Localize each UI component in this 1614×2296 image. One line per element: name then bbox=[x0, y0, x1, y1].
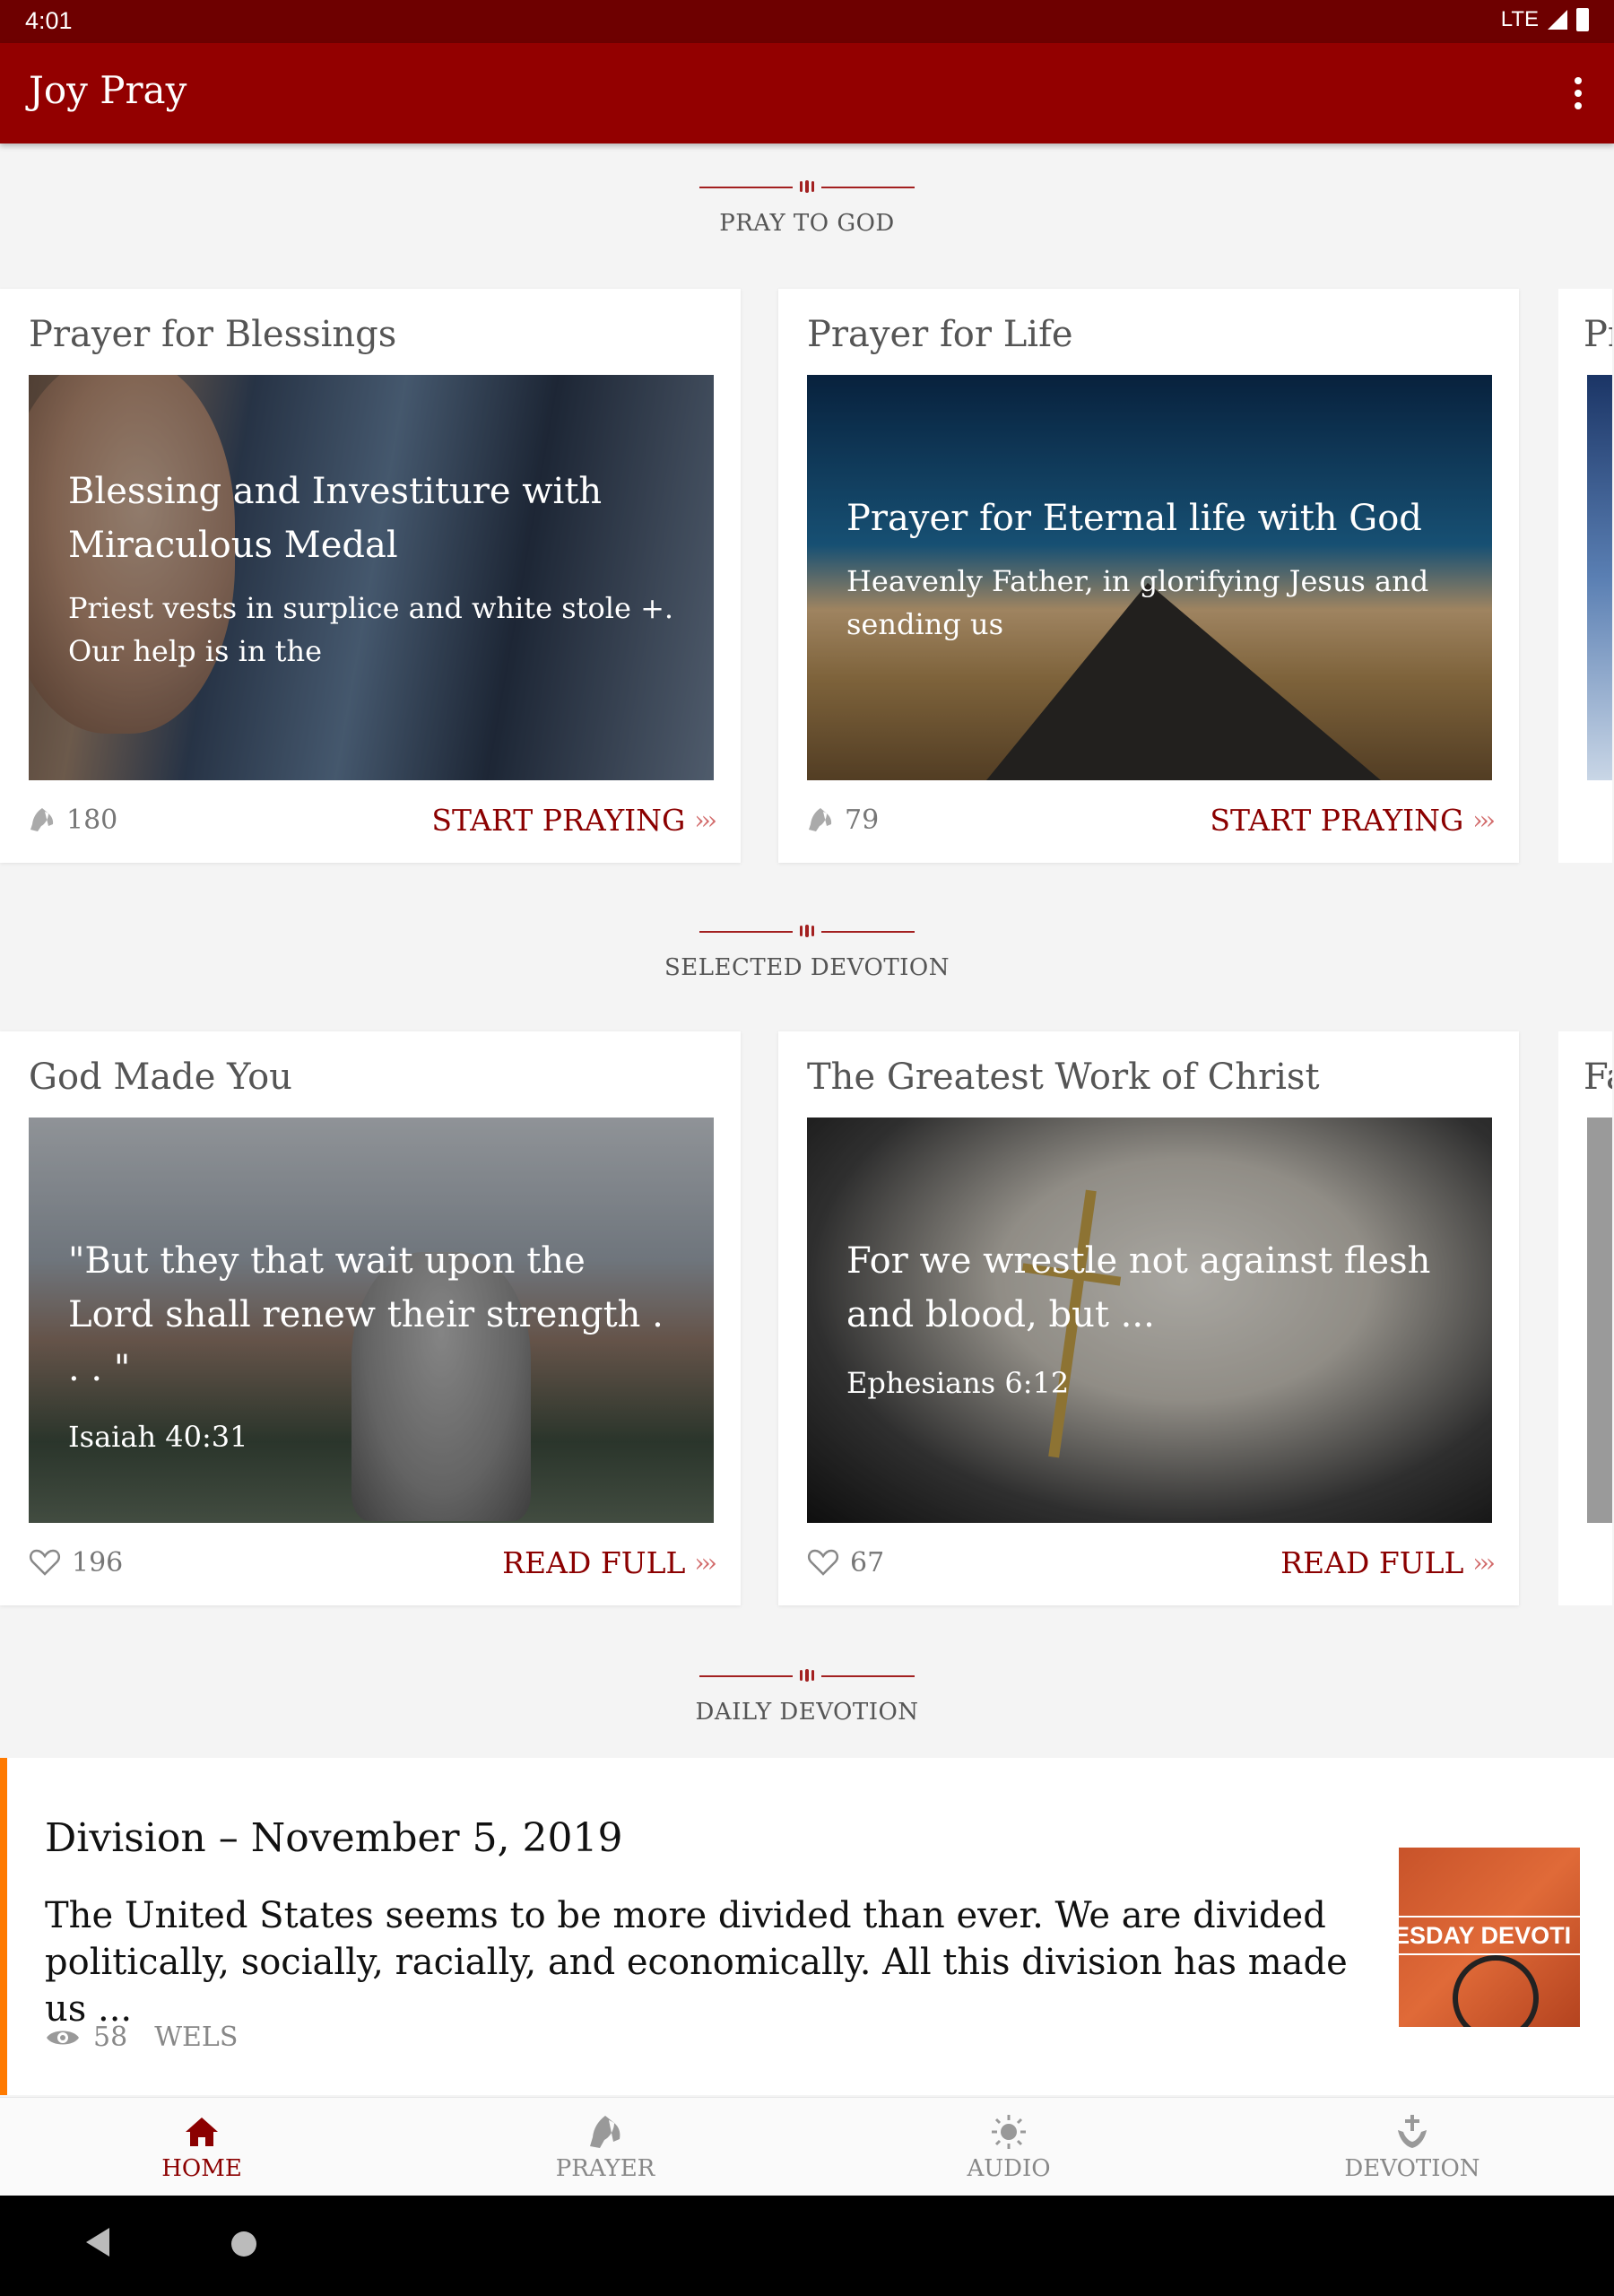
nav-home[interactable]: HOME bbox=[0, 2098, 404, 2196]
ornament-divider-icon bbox=[699, 1669, 915, 1683]
card-image[interactable]: Blessing and Investiture with Miraculous… bbox=[29, 375, 714, 780]
nav-devotion[interactable]: DEVOTION bbox=[1210, 2098, 1614, 2196]
card-quote: For we wrestle not against flesh and blo… bbox=[846, 1240, 1431, 1335]
magnifier-icon bbox=[1453, 1955, 1539, 2027]
back-icon[interactable] bbox=[86, 2228, 109, 2257]
card-title: Pr bbox=[1584, 314, 1612, 355]
card-image[interactable]: Prayer for Eternal life with God Heavenl… bbox=[807, 375, 1492, 780]
daily-devotion-title: Division – November 5, 2019 bbox=[45, 1815, 623, 1861]
section-label: DAILY DEVOTION bbox=[695, 1699, 919, 1726]
status-bar: 4:01 LTE bbox=[0, 0, 1614, 43]
app-title: Joy Pray bbox=[29, 68, 187, 112]
devotion-card-peek[interactable]: Fa bbox=[1558, 1031, 1612, 1605]
daily-devotion-thumbnail[interactable]: ESDAY DEVOTI bbox=[1399, 1848, 1580, 2027]
prayer-card-peek[interactable]: Pr bbox=[1558, 289, 1612, 863]
hands-cross-icon bbox=[1398, 2114, 1427, 2148]
card-reference: Isaiah 40:31 bbox=[68, 1420, 248, 1454]
daily-devotion-text: The United States seems to be more divid… bbox=[45, 1895, 1348, 2030]
heart-icon[interactable] bbox=[29, 1548, 61, 1577]
praying-hands-icon bbox=[590, 2115, 620, 2148]
nav-audio[interactable]: AUDIO bbox=[807, 2098, 1210, 2196]
like-count[interactable]: 196 bbox=[29, 1547, 123, 1578]
start-praying-button[interactable]: START PRAYING ››› bbox=[1210, 803, 1496, 838]
card-title: Prayer for Life bbox=[807, 314, 1073, 355]
network-label: LTE bbox=[1500, 7, 1539, 31]
card-title: Fa bbox=[1584, 1057, 1612, 1098]
chevrons-right-icon: ››› bbox=[694, 1547, 717, 1578]
section-label: SELECTED DEVOTION bbox=[664, 954, 950, 981]
praying-hands-icon bbox=[30, 808, 54, 831]
nav-prayer[interactable]: PRAYER bbox=[404, 2098, 807, 2196]
sun-icon bbox=[992, 2114, 1026, 2149]
signal-icon bbox=[1548, 10, 1567, 30]
card-excerpt: Priest vests in surplice and white stole… bbox=[68, 591, 674, 668]
heart-icon[interactable] bbox=[807, 1548, 839, 1577]
section-label: PRAY TO GOD bbox=[719, 210, 895, 237]
read-full-button[interactable]: READ FULL ››› bbox=[1280, 1545, 1496, 1580]
card-image[interactable]: "But they that wait upon the Lord shall … bbox=[29, 1118, 714, 1523]
devotion-card[interactable]: The Greatest Work of Christ For we wrest… bbox=[778, 1031, 1519, 1605]
section-pray-to-god: PRAY TO GOD bbox=[0, 180, 1614, 237]
praying-hands-icon bbox=[809, 808, 832, 831]
devotion-card[interactable]: God Made You "But they that wait upon th… bbox=[0, 1031, 741, 1605]
card-title: God Made You bbox=[29, 1057, 292, 1098]
chevrons-right-icon: ››› bbox=[1472, 1547, 1496, 1578]
section-selected-devotion: SELECTED DEVOTION bbox=[0, 925, 1614, 981]
view-count: 58 bbox=[93, 2022, 128, 2053]
card-excerpt: Heavenly Father, in glorifying Jesus and… bbox=[846, 564, 1429, 641]
card-heading: Prayer for Eternal life with God bbox=[846, 498, 1422, 539]
home-icon bbox=[186, 2117, 218, 2146]
chevrons-right-icon: ››› bbox=[694, 804, 717, 835]
pray-count: 79 bbox=[807, 804, 879, 836]
daily-devotion-item[interactable]: Division – November 5, 2019 The United S… bbox=[0, 1758, 1614, 2095]
section-daily-devotion: DAILY DEVOTION bbox=[0, 1669, 1614, 1726]
prayer-card[interactable]: Prayer for Life Prayer for Eternal life … bbox=[778, 289, 1519, 863]
card-heading: Blessing and Investiture with Miraculous… bbox=[68, 471, 603, 566]
card-quote: "But they that wait upon the Lord shall … bbox=[68, 1240, 664, 1389]
battery-icon bbox=[1576, 8, 1589, 31]
card-title: The Greatest Work of Christ bbox=[807, 1057, 1320, 1098]
app-bar: Joy Pray bbox=[0, 43, 1614, 144]
home-circle-icon[interactable] bbox=[231, 2231, 256, 2257]
system-navigation-bar bbox=[0, 2196, 1614, 2296]
card-image[interactable]: For we wrestle not against flesh and blo… bbox=[807, 1118, 1492, 1523]
ornament-divider-icon bbox=[699, 180, 915, 194]
devotion-source: WELS bbox=[154, 2022, 239, 2053]
start-praying-button[interactable]: START PRAYING ››› bbox=[431, 803, 717, 838]
overflow-menu-icon[interactable] bbox=[1560, 68, 1596, 118]
prayer-card[interactable]: Prayer for Blessings Blessing and Invest… bbox=[0, 289, 741, 863]
read-full-button[interactable]: READ FULL ››› bbox=[502, 1545, 717, 1580]
status-time: 4:01 bbox=[25, 7, 73, 34]
like-count[interactable]: 67 bbox=[807, 1547, 884, 1578]
pray-count: 180 bbox=[29, 804, 117, 836]
chevrons-right-icon: ››› bbox=[1472, 804, 1496, 835]
eye-icon bbox=[47, 2031, 79, 2044]
card-reference: Ephesians 6:12 bbox=[846, 1366, 1070, 1400]
ornament-divider-icon bbox=[699, 925, 915, 938]
status-indicators: LTE bbox=[1501, 7, 1589, 32]
thumbnail-text: ESDAY DEVOTI bbox=[1399, 1916, 1580, 1955]
card-title: Prayer for Blessings bbox=[29, 314, 397, 355]
bottom-navigation: HOME PRAYER AUDIO DEVOTION bbox=[0, 2097, 1614, 2196]
